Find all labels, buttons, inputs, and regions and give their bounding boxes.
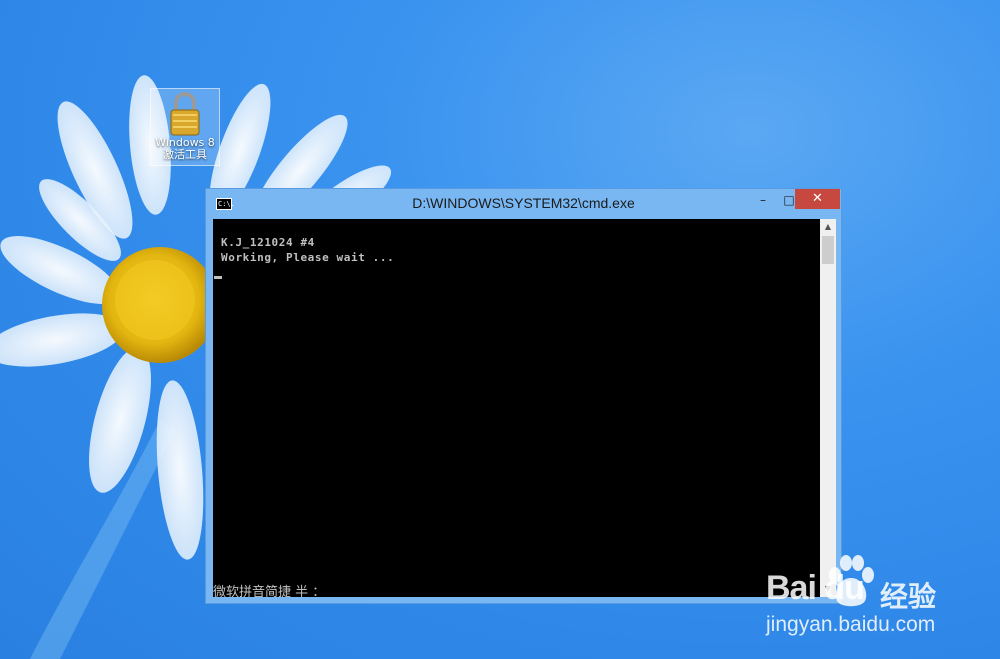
baidu-jingyan-watermark: Bai du 经验 jingyan.baidu.com [766,553,996,653]
close-icon: ✕ [812,191,823,206]
desktop-shortcut-activation-tool[interactable]: Windows 8 激活工具 [150,88,220,166]
console-line: K.J_121024 #4 [221,236,315,249]
console-line: Working, Please wait ... [221,251,395,264]
text-cursor [214,276,222,279]
lock-icon [170,92,200,136]
maximize-icon: □ [783,193,795,207]
minimize-button[interactable]: – [750,189,776,209]
scrollbar-thumb[interactable] [822,236,834,264]
console-output[interactable]: K.J_121024 #4 Working, Please wait ... 微… [213,219,820,600]
watermark-brand-cn: 经验 [880,580,937,613]
cmd-window[interactable]: C:\. D:\WINDOWS\SYSTEM32\cmd.exe – □ ✕ K… [205,188,842,604]
close-button[interactable]: ✕ [795,189,840,209]
window-titlebar[interactable]: C:\. D:\WINDOWS\SYSTEM32\cmd.exe – □ ✕ [206,189,841,218]
window-title: D:\WINDOWS\SYSTEM32\cmd.exe [412,195,635,211]
ime-status-bar: 微软拼音简捷 半 ： [213,585,326,600]
watermark-url: jingyan.baidu.com [766,613,936,636]
desktop-shortcut-label: Windows 8 激活工具 [155,136,215,161]
scroll-up-arrow-icon[interactable]: ▲ [820,219,836,235]
baidu-paw-icon [829,555,874,607]
vertical-scrollbar[interactable]: ▲ ▼ [820,219,836,597]
minimize-icon: – [760,193,766,207]
